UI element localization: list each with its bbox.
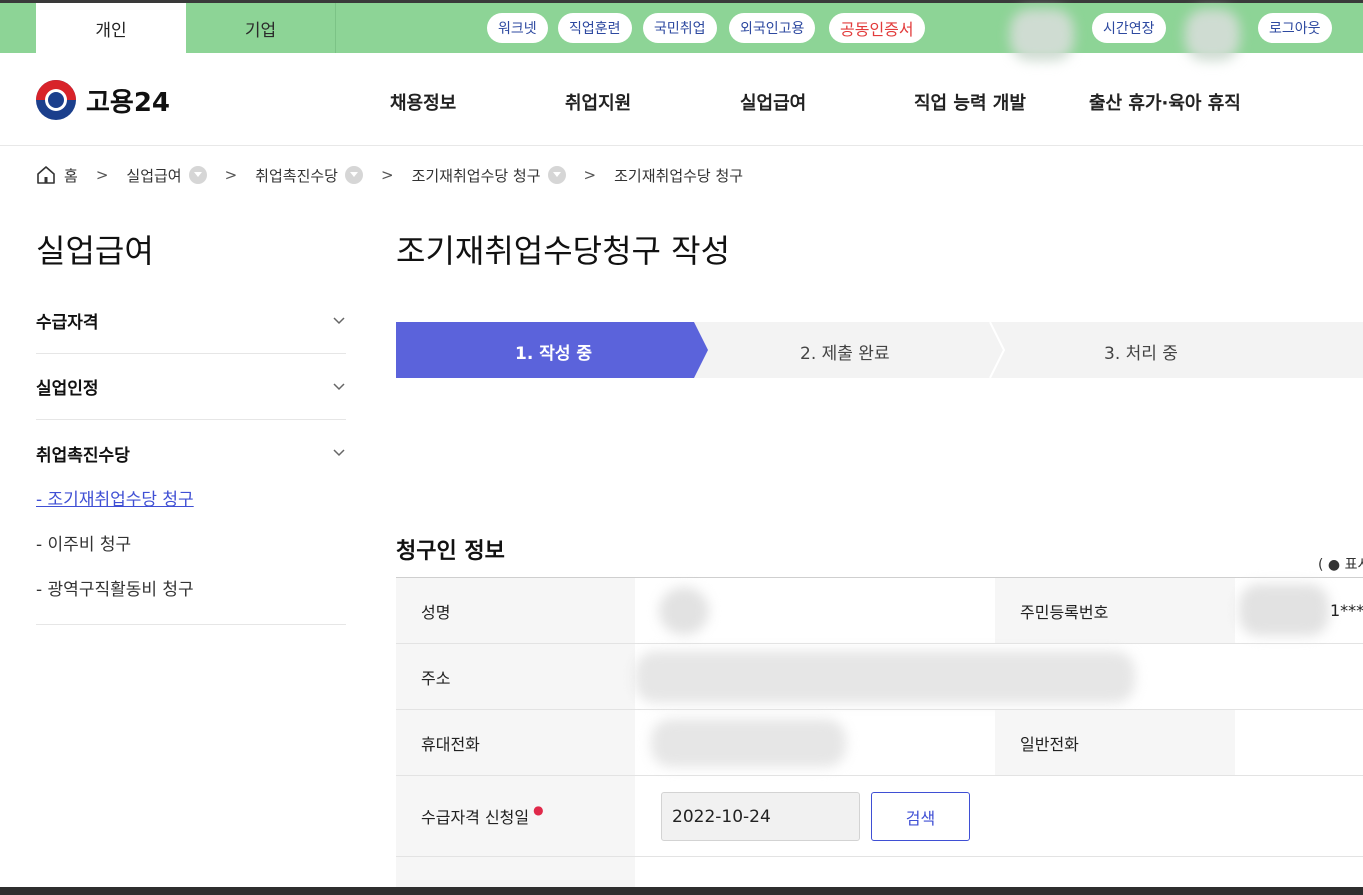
address-label: 주소 [396,644,635,709]
nav-vocational-training[interactable]: 직업 능력 개발 [914,89,1026,115]
chevron-down-icon [333,316,345,324]
taegeuk-logo-icon [36,80,76,120]
step-2: 2. 제출 완료 [800,344,890,364]
sidebar-item-early-reemployment[interactable]: - 조기재취업수당 청구 [36,485,194,510]
table-row: 수급자격 신청일 ● 2022-10-24 검색 [396,776,1363,857]
sidebar-divider [36,624,346,625]
required-legend: ( ● 표시 [1318,557,1363,573]
breadcrumb-item[interactable]: 조기재취업수당 청구 [412,165,566,186]
chevron-right-icon: > [380,166,394,184]
name-label: 성명 [396,578,635,643]
sidebar-title: 실업급여 [36,232,154,270]
site-logo[interactable]: 고용24 [36,80,170,120]
table-row: 주소 [396,644,1363,710]
progress-steps: 1. 작성 중 2. 제출 완료 3. 처리 중 [396,322,1363,378]
redacted-address [635,651,1135,703]
nav-unemployment-benefit[interactable]: 실업급여 [740,89,806,115]
tab-personal[interactable]: 개인 [36,3,186,53]
nav-employment-support[interactable]: 취업지원 [565,89,631,115]
apply-date-field[interactable]: 2022-10-24 [661,792,860,841]
breadcrumb-item[interactable]: 실업급여 [126,165,207,186]
top-utility-bar: 개인 기업 워크넷 직업훈련 국민취업 외국인고용 공동인증서 시간연장 로그아… [0,0,1363,61]
breadcrumb-current: 조기재취업수당 청구 [614,166,744,185]
apply-date-label: 수급자격 신청일 ● [396,776,635,856]
link-job-training[interactable]: 직업훈련 [558,13,632,43]
window-bottom-edge [0,887,1363,895]
section-title-claimant-info: 청구인 정보 [396,539,505,564]
sidebar-section-label: 취업촉진수당 [36,445,130,466]
site-header: 고용24 채용정보 취업지원 실업급여 직업 능력 개발 출산 휴가·육아 휴직 [0,53,1363,146]
required-dot-icon: ● [533,803,544,817]
phone-label: 일반전화 [995,710,1235,775]
chevron-down-icon [333,449,345,457]
sidebar-section-label: 실업인정 [36,379,99,399]
breadcrumb: 홈 > 실업급여 > 취업촉진수당 > 조기재취업수당 청구 > 조기재취업수당… [36,163,743,187]
time-extend-button[interactable]: 시간연장 [1092,13,1166,43]
table-row: 성명 주민등록번호 1*** [396,578,1363,644]
link-national-employment[interactable]: 국민취업 [643,13,717,43]
link-worknet[interactable]: 워크넷 [487,13,548,43]
nav-job-info[interactable]: 채용정보 [390,89,456,115]
redacted-mobile [651,719,846,767]
chevron-right-icon: > [95,166,109,184]
claimant-info-table: 성명 주민등록번호 1*** 주소 휴대전화 일반전화 수급자격 신청일 ● 20… [396,577,1363,895]
chevron-right-icon: > [224,166,238,184]
dropdown-icon[interactable] [188,166,207,184]
dropdown-icon[interactable] [344,166,363,184]
logout-button[interactable]: 로그아웃 [1258,13,1332,43]
redacted-rrn [1239,584,1329,636]
sidebar-section-label: 수급자격 [36,313,99,333]
logo-text: 고용24 [86,87,171,118]
sidebar-item-relocation[interactable]: - 이주비 청구 [36,530,131,555]
sidebar-item-wide-area-job-search[interactable]: - 광역구직활동비 청구 [36,575,194,600]
sidebar-section-recognition[interactable]: 실업인정 [36,354,346,420]
mobile-label: 휴대전화 [396,710,635,775]
rrn-label: 주민등록번호 [995,578,1235,643]
page-title: 조기재취업수당청구 작성 [396,232,731,270]
nav-parental-leave[interactable]: 출산 휴가·육아 휴직 [1089,89,1241,115]
search-button[interactable]: 검색 [871,792,970,841]
rrn-value: 1*** [1330,601,1363,620]
step-1-current: 1. 작성 중 [515,344,593,364]
link-foreign-employment[interactable]: 외국인고용 [729,13,816,43]
sidebar-section-promotion[interactable]: 취업촉진수당 [36,420,346,486]
chevron-right-icon: > [583,166,597,184]
dropdown-icon[interactable] [547,166,566,184]
table-row: 휴대전화 일반전화 [396,710,1363,776]
breadcrumb-home[interactable]: 홈 [64,165,78,186]
step-3: 3. 처리 중 [1104,344,1178,364]
sidebar-section-eligibility[interactable]: 수급자격 [36,288,346,354]
link-certificate[interactable]: 공동인증서 [829,13,925,43]
breadcrumb-item[interactable]: 취업촉진수당 [255,165,363,186]
chevron-down-icon [333,382,345,390]
tab-business[interactable]: 기업 [186,3,336,53]
redacted-name [659,587,709,635]
home-icon [37,166,55,184]
